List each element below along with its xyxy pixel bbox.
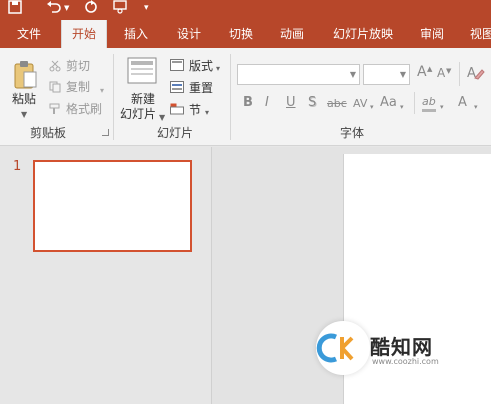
font-name-combo[interactable]: ▼ — [237, 64, 360, 85]
tab-home[interactable]: 开始 — [61, 20, 107, 49]
paste-dropdown-icon[interactable]: ▼ — [21, 108, 27, 122]
slide-number: 1 — [13, 159, 22, 174]
paste-icon[interactable] — [12, 60, 38, 93]
watermark-logo — [316, 321, 370, 375]
highlight-button[interactable]: ab — [422, 95, 436, 109]
character-spacing-button[interactable]: AV — [353, 97, 367, 111]
font-divider — [414, 92, 415, 114]
section-dropdown-icon[interactable]: ▾ — [205, 106, 209, 120]
group-divider — [113, 54, 114, 140]
new-slide-dropdown-icon[interactable]: ▼ — [159, 111, 165, 125]
shrink-font-caret-icon: ▼ — [446, 67, 452, 75]
paste-button[interactable]: 粘贴 — [12, 92, 36, 106]
tab-insert[interactable]: 插入 — [124, 20, 148, 48]
change-case-button[interactable]: Aa — [380, 96, 397, 110]
change-case-dropdown-icon[interactable]: ▾ — [400, 100, 404, 114]
highlight-color-bar — [422, 109, 436, 112]
clipboard-group-label: 剪贴板 — [30, 126, 67, 140]
strikethrough-button[interactable]: abc — [327, 97, 347, 111]
undo-icon[interactable] — [46, 0, 62, 16]
scissors-icon — [49, 60, 61, 75]
ribbon-home: 粘贴 ▼ 剪切 复制 ▾ 格式刷 剪贴板 新建 幻灯片 ▼ 版式 ▾ 重置 节 … — [0, 48, 491, 146]
customize-icon[interactable]: ▾ — [144, 0, 149, 16]
section-button[interactable]: 节 — [189, 103, 201, 117]
tab-animations[interactable]: 动画 — [280, 20, 304, 48]
character-spacing-dropdown-icon[interactable]: ▾ — [370, 100, 374, 114]
font-name-dropdown-icon[interactable]: ▼ — [350, 70, 356, 79]
cut-button[interactable]: 剪切 — [66, 59, 90, 73]
copy-dropdown-icon[interactable]: ▾ — [100, 84, 104, 98]
format-painter-button[interactable]: 格式刷 — [66, 102, 102, 116]
new-slide-icon[interactable] — [127, 57, 159, 88]
underline-button[interactable]: U — [286, 96, 296, 110]
watermark-logo-icon — [316, 333, 354, 363]
group-divider — [230, 54, 231, 140]
tab-review[interactable]: 审阅 — [420, 20, 444, 48]
slide-thumbnail[interactable] — [33, 160, 192, 252]
new-slide-button[interactable]: 幻灯片 — [120, 107, 156, 121]
reset-icon — [170, 81, 184, 96]
ribbon-tab-bar: 文件 开始 插入 设计 切换 动画 幻灯片放映 审阅 视图 — [0, 20, 491, 49]
layout-icon — [170, 59, 184, 74]
format-painter-icon — [49, 103, 61, 118]
watermark-name: 酷知网 — [370, 335, 433, 359]
reset-button[interactable]: 重置 — [189, 81, 213, 95]
font-divider — [459, 62, 460, 86]
grow-font-caret-icon: ▲ — [427, 65, 433, 73]
bold-button[interactable]: B — [243, 96, 253, 110]
save-icon[interactable] — [8, 0, 22, 16]
tab-design[interactable]: 设计 — [177, 20, 201, 48]
undo-dropdown-icon[interactable]: ▼ — [64, 0, 69, 16]
redo-icon[interactable] — [84, 0, 98, 16]
tab-slideshow[interactable]: 幻灯片放映 — [333, 20, 393, 48]
text-shadow-button[interactable]: S — [308, 96, 316, 110]
font-color-dropdown-icon[interactable]: ▾ — [474, 100, 478, 114]
copy-icon — [49, 81, 61, 96]
layout-button[interactable]: 版式 — [189, 59, 213, 73]
section-icon — [170, 103, 184, 118]
new-slide-label[interactable]: 新建 — [131, 92, 155, 106]
title-bar: ▼ ▾ — [0, 0, 491, 20]
tab-transitions[interactable]: 切换 — [229, 20, 253, 48]
clear-formatting-icon[interactable]: A — [467, 64, 485, 83]
grow-font-button[interactable]: A — [417, 65, 427, 79]
layout-dropdown-icon[interactable]: ▾ — [216, 62, 220, 76]
slides-group-label: 幻灯片 — [157, 126, 194, 140]
clipboard-launcher-icon[interactable] — [102, 129, 109, 136]
italic-button[interactable]: I — [265, 96, 269, 110]
font-group-label: 字体 — [340, 126, 365, 140]
tab-view[interactable]: 视图 — [470, 20, 491, 48]
highlight-dropdown-icon[interactable]: ▾ — [440, 100, 444, 114]
font-size-combo[interactable]: ▼ — [363, 64, 410, 85]
shrink-font-button[interactable]: A — [437, 66, 445, 80]
copy-button[interactable]: 复制 — [66, 80, 90, 94]
start-presentation-icon[interactable] — [112, 0, 128, 16]
font-color-button[interactable]: A — [458, 96, 467, 110]
watermark-url: www.coozhi.com — [372, 357, 439, 366]
tab-file[interactable]: 文件 — [17, 20, 41, 48]
font-size-dropdown-icon[interactable]: ▼ — [400, 70, 406, 79]
